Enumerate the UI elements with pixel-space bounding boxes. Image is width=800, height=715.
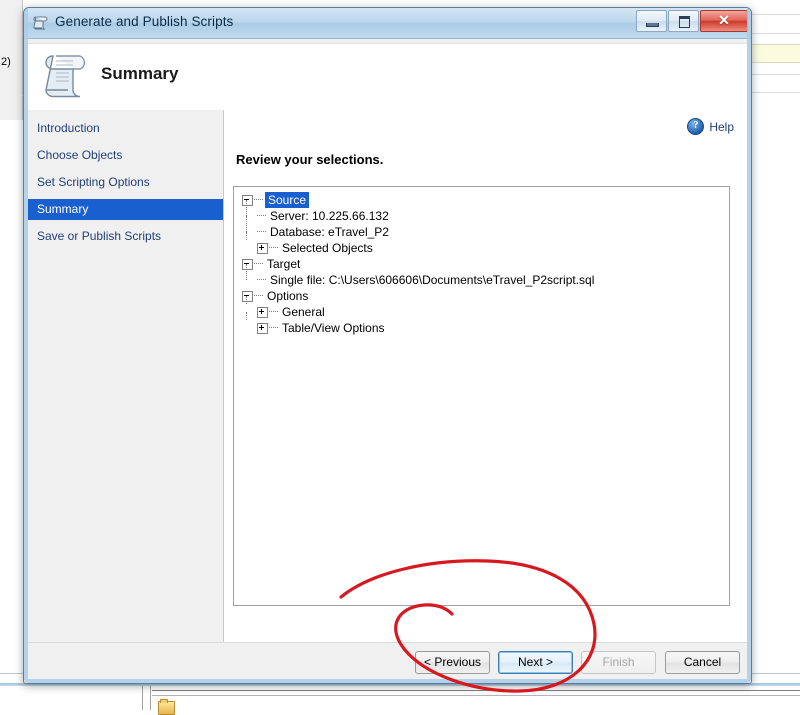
tree-connector: [269, 311, 278, 313]
minimize-button[interactable]: [636, 10, 667, 32]
collapse-toggle-icon[interactable]: [242, 194, 253, 206]
generate-scripts-dialog: Generate and Publish Scripts ✕ Summary I…: [23, 7, 752, 684]
background-rule: [750, 14, 800, 15]
sidebar-item-choose-objects[interactable]: Choose Objects: [28, 145, 223, 166]
tree-connector: [246, 232, 247, 240]
tree-node-target[interactable]: Target: [242, 256, 729, 272]
tree-node-database[interactable]: Database: eTravel_P2: [242, 216, 729, 240]
background-yellow-band: [750, 44, 800, 63]
wizard-sidebar: Introduction Choose Objects Set Scriptin…: [28, 110, 224, 642]
tree-node-label: Database: eTravel_P2: [270, 225, 389, 239]
cancel-button[interactable]: Cancel: [665, 651, 740, 674]
dialog-titlebar[interactable]: Generate and Publish Scripts ✕: [24, 8, 751, 39]
minimize-icon: [646, 23, 659, 27]
tree-connector: [269, 247, 278, 249]
dialog-title: Generate and Publish Scripts: [55, 14, 234, 29]
tree-node-single-file[interactable]: Single file: C:\Users\606606\Documents\e…: [242, 264, 729, 288]
help-label: Help: [709, 119, 734, 134]
background-rule: [750, 33, 800, 34]
maximize-icon: [679, 16, 690, 28]
expand-toggle-icon[interactable]: [257, 242, 268, 254]
tree-node-label: Source: [265, 192, 310, 208]
background-tree-line: [150, 686, 151, 710]
sidebar-item-set-scripting-options[interactable]: Set Scripting Options: [28, 172, 223, 193]
summary-tree-panel[interactable]: Source Server: 10.225.66.132 Database: e…: [233, 186, 730, 606]
dialog-button-bar: < Previous Next > Finish Cancel: [28, 642, 747, 680]
review-heading: Review your selections.: [236, 152, 384, 167]
previous-button[interactable]: < Previous: [415, 651, 490, 674]
help-link[interactable]: ? Help: [687, 118, 734, 135]
background-tree-line: [142, 686, 143, 710]
tree-connector: [257, 279, 266, 281]
help-circle-icon: ?: [687, 118, 705, 135]
tree-connector: [246, 264, 247, 280]
sidebar-item-introduction[interactable]: Introduction: [28, 118, 223, 139]
collapse-toggle-icon[interactable]: [242, 258, 253, 270]
tree-node-label: Options: [267, 289, 309, 303]
tree-node-label: Single file: C:\Users\606606\Documents\e…: [270, 273, 595, 287]
tree-node-options[interactable]: Options: [242, 288, 729, 304]
tree-node-selected-objects[interactable]: Selected Objects: [242, 232, 729, 256]
maximize-button[interactable]: [668, 10, 699, 32]
script-scroll-icon: [33, 15, 49, 31]
tree-node-general[interactable]: General: [242, 296, 729, 320]
expand-toggle-icon[interactable]: [257, 322, 268, 334]
tree-node-label: Selected Objects: [282, 241, 373, 255]
tree-connector: [254, 263, 263, 265]
tree-node-label: Server: 10.225.66.132: [270, 209, 389, 223]
expand-toggle-icon[interactable]: [257, 306, 268, 318]
wizard-content: ? Help Review your selections. Source Se…: [224, 110, 747, 642]
folder-icon: [158, 699, 175, 715]
tree-node-label: Target: [267, 257, 301, 271]
summary-tree: Source Server: 10.225.66.132 Database: e…: [234, 187, 729, 336]
background-rule: [750, 92, 800, 93]
sidebar-item-save-or-publish-scripts[interactable]: Save or Publish Scripts: [28, 226, 223, 247]
tree-connector: [246, 200, 247, 216]
background-grid-line: [152, 695, 800, 696]
tree-connector: [257, 231, 266, 233]
page-title: Summary: [101, 64, 179, 83]
tree-node-table-view-options[interactable]: Table/View Options: [242, 312, 729, 336]
background-grid-line: [152, 690, 800, 691]
dialog-header: Summary: [28, 43, 747, 112]
tree-connector: [254, 295, 263, 297]
window-controls: ✕: [635, 10, 748, 32]
tree-node-label: General: [282, 305, 325, 319]
tree-connector: [254, 199, 263, 201]
collapse-toggle-icon[interactable]: [242, 290, 253, 302]
dialog-body: Introduction Choose Objects Set Scriptin…: [28, 110, 747, 642]
next-button[interactable]: Next >: [498, 651, 573, 674]
close-icon: ✕: [718, 12, 730, 28]
tree-connector: [246, 296, 247, 304]
close-button[interactable]: ✕: [700, 10, 748, 32]
tree-node-server[interactable]: Server: 10.225.66.132: [242, 200, 729, 224]
tree-connector: [269, 327, 278, 329]
script-scroll-icon: [42, 52, 90, 102]
tree-connector: [246, 216, 247, 232]
tree-node-label: Table/View Options: [282, 321, 385, 335]
tree-node-source[interactable]: Source: [242, 192, 729, 208]
finish-button: Finish: [581, 651, 656, 674]
background-rule: [750, 74, 800, 75]
tree-connector: [257, 215, 266, 217]
background-left-label: 2): [1, 56, 11, 68]
sidebar-item-summary[interactable]: Summary: [28, 199, 223, 220]
tree-connector: [246, 312, 247, 320]
